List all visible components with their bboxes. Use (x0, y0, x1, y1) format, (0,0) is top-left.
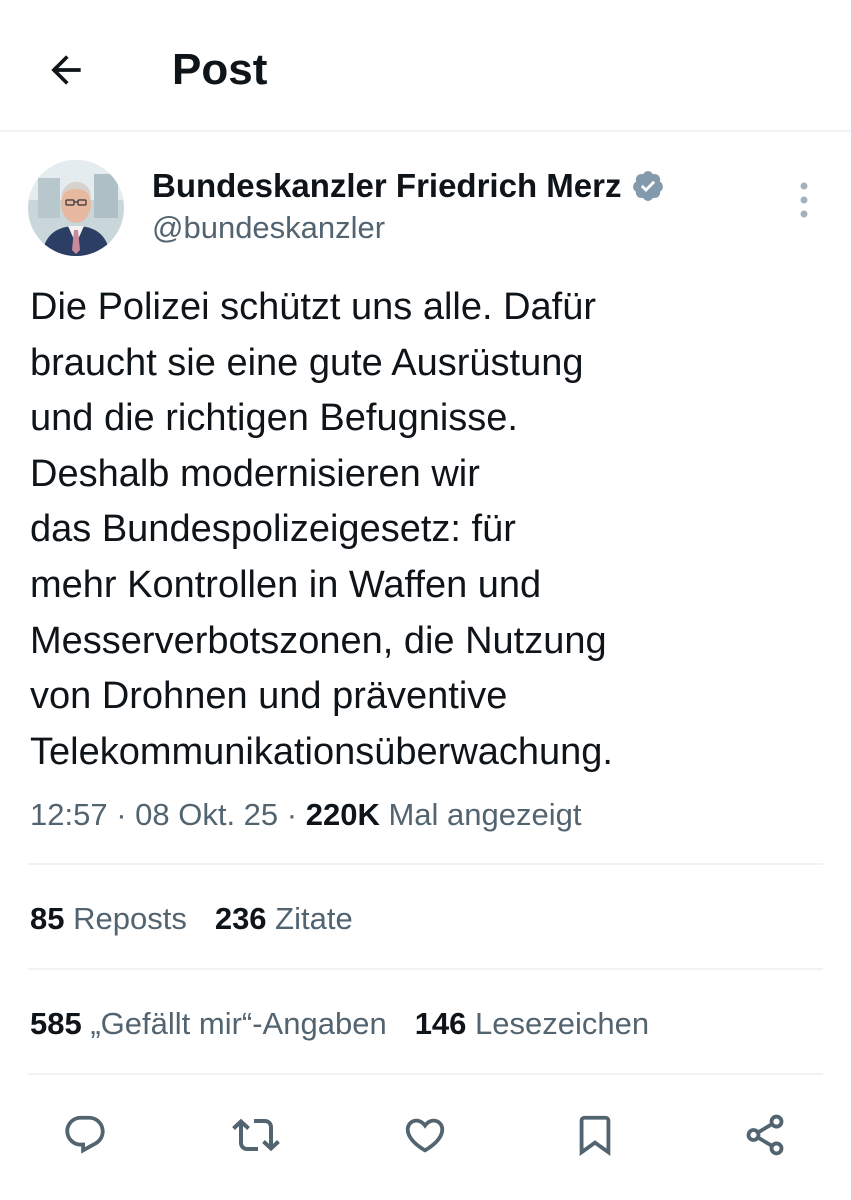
reposts-stat[interactable]: 85 Reposts (30, 899, 187, 939)
tweet-line: Telekommunikationsüberwachung. (30, 725, 730, 781)
divider (28, 1073, 823, 1075)
top-bar: Post (0, 0, 851, 132)
tweet-line: Die Polizei schützt uns alle. Dafür (30, 286, 597, 328)
meta-separator: · (107, 797, 136, 832)
tweet-line: und die richtigen Befugnisse. (30, 397, 518, 440)
highlighted-text: Telekommunikationsüberwachung. (30, 730, 613, 773)
repost-button[interactable] (229, 1108, 283, 1162)
bookmark-icon (579, 1115, 611, 1156)
page-title: Post (172, 45, 268, 94)
stats-row-likes: 585 „Gefällt mir“-Angaben 146 Lesezeichen (30, 1004, 649, 1044)
quotes-count: 236 (214, 901, 267, 936)
stats-row-reposts: 85 Reposts 236 Zitate (30, 899, 353, 939)
reposts-count: 85 (30, 901, 65, 936)
views-count: 220K (305, 797, 380, 832)
share-button[interactable] (738, 1108, 792, 1162)
verified-badge-icon (633, 171, 664, 201)
bookmarks-count: 146 (414, 1006, 467, 1041)
more-vertical-icon (800, 182, 808, 218)
tweet-line: braucht sie eine gute Ausrüstung (30, 341, 584, 384)
reply-button[interactable] (58, 1108, 112, 1162)
views-label: Mal angezeigt (379, 797, 582, 832)
share-icon (746, 1114, 784, 1156)
tweet-text: Die Polizei schützt uns alle. Dafür brau… (30, 280, 730, 780)
bookmark-button[interactable] (568, 1108, 622, 1162)
repost-icon (232, 1118, 280, 1152)
author-handle[interactable]: @bundeskanzler (152, 208, 385, 248)
likes-stat[interactable]: 585 „Gefällt mir“-Angaben (30, 1004, 387, 1044)
likes-count: 585 (30, 1006, 82, 1041)
tweet-time[interactable]: 12:57 (30, 797, 108, 832)
more-options-button[interactable] (788, 176, 820, 224)
tweet-line-text: von Drohnen und (30, 675, 333, 718)
tweet-meta: 12:57 · 08 Okt. 25 · 220K Mal angezeigt (30, 795, 581, 835)
divider (28, 968, 823, 970)
quotes-label: Zitate (266, 901, 353, 936)
likes-label: „Gefällt mir“-Angaben (81, 1006, 387, 1041)
bookmarks-stat[interactable]: 146 Lesezeichen (415, 1004, 649, 1044)
author-name[interactable]: Bundeskanzler Friedrich Merz (152, 166, 665, 206)
quotes-stat[interactable]: 236 Zitate (215, 899, 353, 939)
divider (28, 863, 823, 865)
tweet-line: mehr Kontrollen in Waffen und (30, 563, 542, 606)
arrow-left-icon (51, 55, 81, 85)
tweet-date[interactable]: 08 Okt. 25 (135, 797, 278, 832)
tweet-line: das Bundespolizeigesetz: für (30, 508, 516, 551)
tweet-line: von Drohnen und präventive (30, 669, 730, 725)
highlighted-text: präventive (332, 675, 508, 718)
meta-separator: · (278, 797, 306, 832)
author-name-text: Bundeskanzler Friedrich Merz (152, 167, 622, 204)
tweet-line: Messerverbotszonen, die Nutzung (30, 619, 607, 662)
reply-icon (65, 1115, 105, 1154)
back-button[interactable] (36, 40, 96, 100)
bookmarks-label: Lesezeichen (466, 1006, 650, 1041)
tweet-line: Deshalb modernisieren wir (30, 452, 480, 495)
reposts-label: Reposts (64, 901, 187, 936)
action-bar (0, 1100, 851, 1170)
heart-icon (405, 1118, 445, 1153)
avatar-image (28, 160, 124, 256)
like-button[interactable] (398, 1108, 452, 1162)
avatar[interactable] (28, 160, 124, 256)
